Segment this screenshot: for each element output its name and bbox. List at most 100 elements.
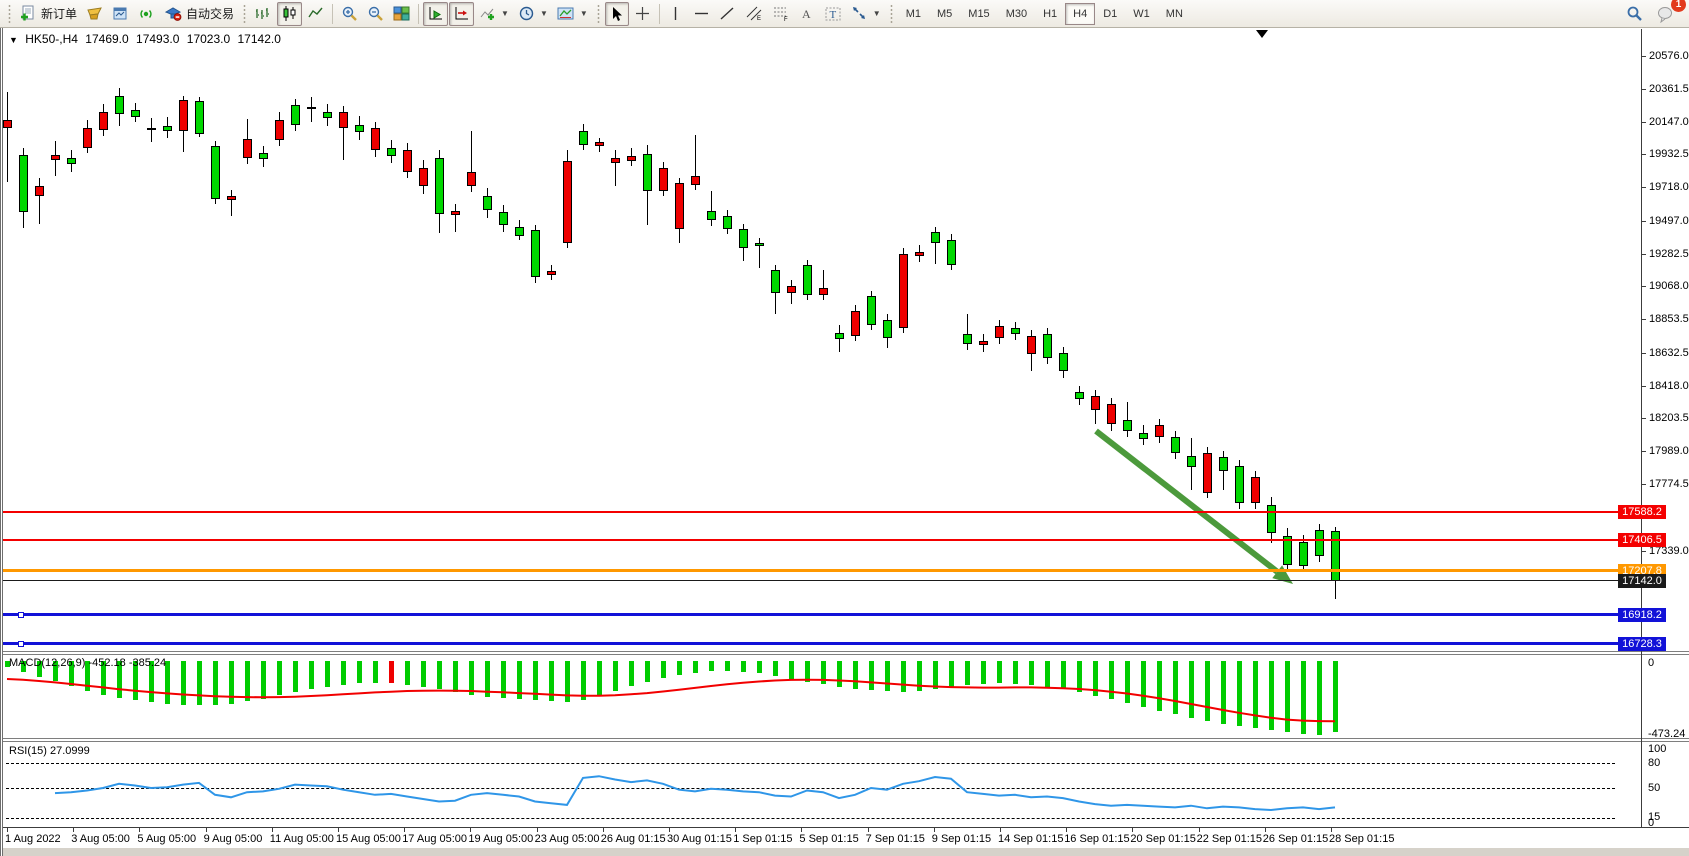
chart-shift-icon: [453, 5, 470, 22]
candle-wick: [615, 150, 616, 186]
macd-bar: [261, 661, 266, 699]
candle-body: [1171, 437, 1180, 453]
channel-tool-button[interactable]: E: [741, 2, 767, 26]
price-level-line[interactable]: [3, 580, 1641, 581]
time-axis-label: 17 Aug 05:00: [402, 833, 467, 845]
search-button[interactable]: [1621, 2, 1647, 26]
timeframe-mn-button[interactable]: MN: [1158, 3, 1191, 25]
toolbar-separator: [332, 4, 333, 24]
price-axis-label: 18632.5: [1649, 347, 1689, 359]
chart-shift-marker[interactable]: [1256, 30, 1268, 38]
macd-header: MACD(12,26,9) -452.18 -385.24: [9, 657, 166, 669]
notifications-button[interactable]: 1: [1653, 2, 1679, 26]
timeframe-m1-button[interactable]: M1: [898, 3, 929, 25]
bar-chart-mode-button[interactable]: [251, 2, 276, 26]
candle-body: [3, 120, 12, 128]
time-axis-tick: [1132, 828, 1133, 832]
zoom-in-button[interactable]: [337, 2, 362, 26]
time-axis-tick: [338, 828, 339, 832]
fibonacci-tool-button[interactable]: F: [768, 2, 794, 26]
trendline-tool-button[interactable]: [715, 2, 740, 26]
price-tag: 17142.0: [1618, 574, 1666, 588]
macd-bar: [1157, 661, 1162, 711]
candlestick-mode-button[interactable]: [277, 2, 302, 26]
text-label-tool-button[interactable]: T: [820, 2, 846, 26]
rsi-header: RSI(15) 27.0999: [9, 745, 90, 757]
timeframe-h4-button[interactable]: H4: [1065, 3, 1095, 25]
price-level-line[interactable]: [3, 539, 1641, 541]
timeframe-m15-button[interactable]: M15: [960, 3, 997, 25]
timeframe-w1-button[interactable]: W1: [1125, 3, 1158, 25]
signals-button[interactable]: [134, 2, 159, 26]
candle-body: [531, 230, 540, 277]
crosshair-tool-button[interactable]: [630, 2, 655, 26]
tile-windows-button[interactable]: [389, 2, 414, 26]
new-order-button[interactable]: 新订单: [16, 2, 81, 26]
auto-trading-button[interactable]: 自动交易: [160, 2, 238, 26]
timeframe-m5-button[interactable]: M5: [929, 3, 960, 25]
macd-bar: [565, 661, 570, 702]
price-level-line[interactable]: [3, 569, 1641, 572]
text-tool-button[interactable]: A: [795, 2, 819, 26]
periods-button[interactable]: ▼: [514, 2, 552, 26]
candle-body: [1299, 542, 1308, 566]
window-bottom-strip: [3, 848, 1689, 856]
pane-separator[interactable]: [3, 738, 1689, 742]
time-axis-label: 28 Sep 01:15: [1329, 833, 1394, 845]
time-axis-label: 16 Sep 01:15: [1064, 833, 1129, 845]
indicators-button[interactable]: ▼: [475, 2, 513, 26]
time-axis-tick: [1066, 828, 1067, 832]
price-level-line[interactable]: [3, 642, 1641, 645]
macd-bar: [1141, 661, 1146, 707]
chart-window[interactable]: ▼ HK50-,H4 17469.0 17493.0 17023.0 17142…: [0, 28, 1689, 856]
macd-bar: [501, 661, 506, 698]
candle-body: [1123, 420, 1132, 431]
candle-body: [1267, 505, 1276, 533]
market-watch-button[interactable]: [108, 2, 133, 26]
price-axis-tick: [1641, 89, 1646, 90]
macd-bar: [1013, 661, 1018, 684]
macd-bar: [309, 661, 314, 689]
macd-bar: [645, 661, 650, 682]
macd-bar: [917, 661, 922, 691]
line-chart-mode-button[interactable]: [303, 2, 328, 26]
macd-bar: [837, 661, 842, 687]
macd-bar: [213, 661, 218, 705]
auto-scroll-button[interactable]: [423, 2, 448, 26]
price-level-line[interactable]: [3, 511, 1641, 513]
templates-button[interactable]: ▼: [553, 2, 592, 26]
time-axis-label: 9 Sep 01:15: [932, 833, 991, 845]
price-level-line[interactable]: [3, 613, 1641, 616]
line-handle[interactable]: [18, 612, 24, 618]
candle-wick: [311, 97, 312, 122]
line-handle[interactable]: [18, 641, 24, 647]
rsi-axis-label: 50: [1648, 782, 1660, 794]
horizontal-line-tool-button[interactable]: [689, 2, 714, 26]
time-axis-tick: [470, 828, 471, 832]
candle-body: [579, 131, 588, 145]
chart-shift-button[interactable]: [449, 2, 474, 26]
candle-body: [179, 100, 188, 131]
zoom-out-button[interactable]: [363, 2, 388, 26]
time-axis-label: 20 Sep 01:15: [1130, 833, 1195, 845]
candle-body: [947, 240, 956, 265]
vertical-line-tool-button[interactable]: [664, 2, 688, 26]
price-axis-label: 19497.0: [1649, 215, 1689, 227]
price-axis-label: 18418.0: [1649, 380, 1689, 392]
timeframe-d1-button[interactable]: D1: [1095, 3, 1125, 25]
cursor-tool-button[interactable]: [605, 2, 629, 26]
macd-bar: [853, 661, 858, 689]
chart-profiles-button[interactable]: [82, 2, 107, 26]
signal-icon: [138, 5, 155, 22]
arrows-tool-button[interactable]: ▼: [847, 2, 885, 26]
timeframe-m30-button[interactable]: M30: [998, 3, 1035, 25]
candle-body: [995, 326, 1004, 338]
channel-icon: E: [745, 5, 763, 22]
toolbar-separator: [418, 4, 419, 24]
candle-body: [1043, 334, 1052, 358]
candle-body: [115, 96, 124, 114]
price-tag: 16918.2: [1618, 608, 1666, 622]
timeframe-h1-button[interactable]: H1: [1035, 3, 1065, 25]
pane-separator[interactable]: [3, 651, 1689, 655]
rsi-axis-label: 100: [1648, 743, 1666, 755]
